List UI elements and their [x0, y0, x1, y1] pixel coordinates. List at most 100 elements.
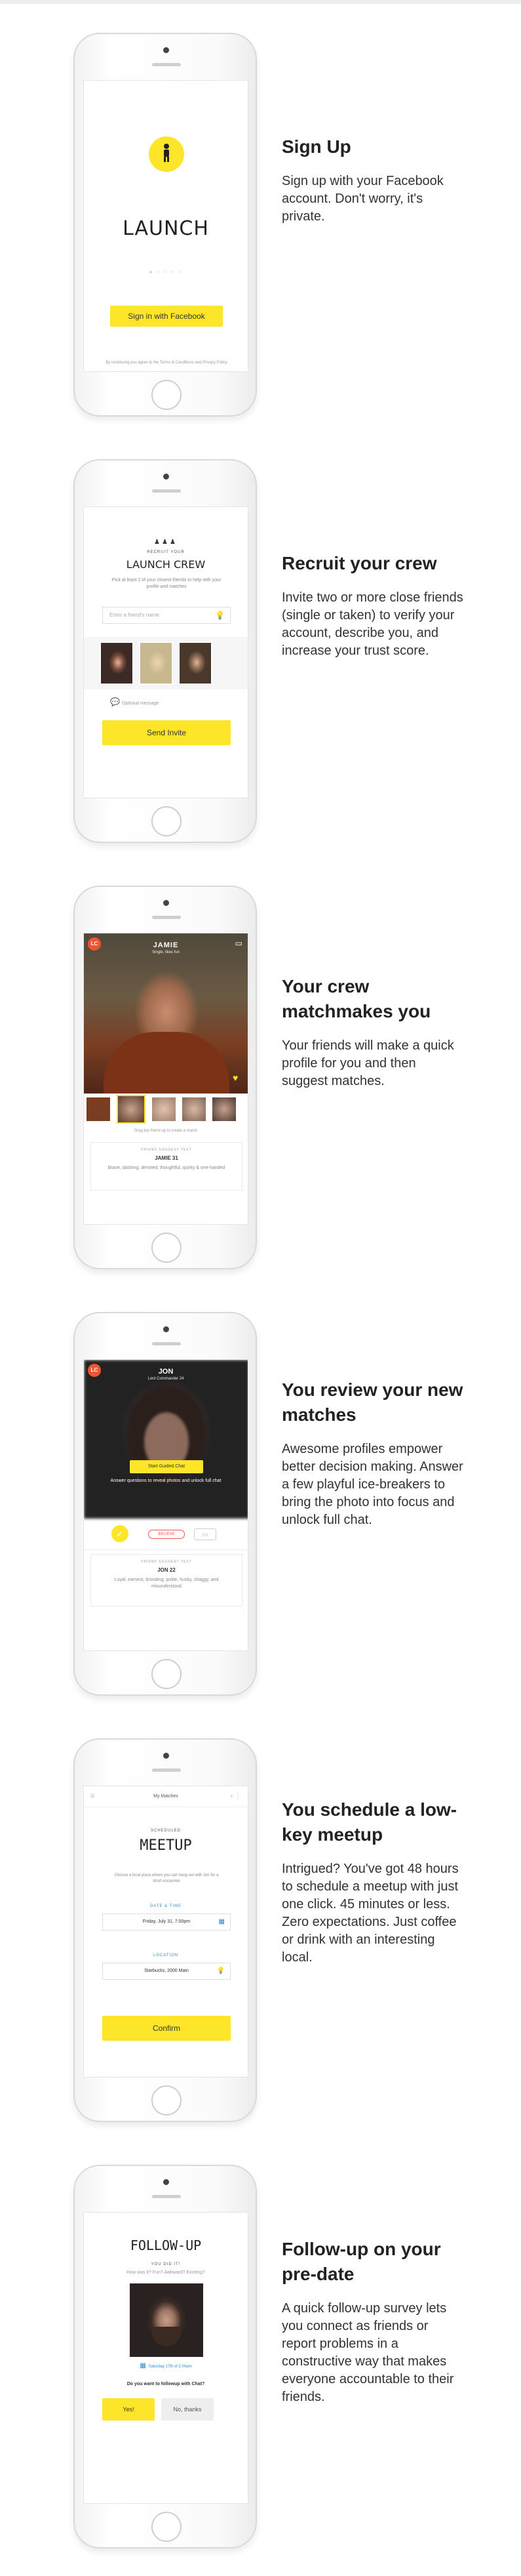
section-text: Your crew matchmakes you Your friends wi…	[282, 974, 465, 1090]
profile-subtitle: Single, likes fun	[151, 951, 180, 954]
friend-photos-strip	[84, 637, 248, 689]
screen-title: FOLLOW-UP	[130, 2238, 202, 2253]
section-body: Invite two or more close friends (single…	[282, 590, 463, 658]
friend-photo[interactable]	[100, 642, 134, 685]
speaker-grille	[152, 1768, 181, 1772]
section-text: You schedule a low-key meetup Intrigued?…	[282, 1797, 465, 1967]
home-button[interactable]	[151, 1233, 182, 1263]
screen-question: How was it? Fun? Awkward? Exciting?	[126, 2270, 205, 2275]
rocket-figure-icon	[149, 136, 184, 172]
nav-bar: ☰ My Matches ‹ ⋮	[84, 1786, 248, 1807]
page-dots[interactable]: ● ○ ○ ○ ○	[84, 269, 248, 275]
profile-name: JON	[158, 1368, 174, 1376]
camera-icon	[163, 1753, 169, 1759]
card-label: FRIEND SUGGEST TEXT	[141, 1560, 192, 1564]
input-placeholder: Enter a friend's name	[109, 612, 159, 618]
date-time-label: DATE & TIME	[149, 1904, 182, 1908]
section-body: Sign up with your Facebook account. Don'…	[282, 174, 444, 224]
section-heading: Recruit your crew	[282, 553, 437, 573]
phone-screen: FOLLOW-UP YOU DID IT! How was it? Fun? A…	[83, 2212, 248, 2504]
thumbnail[interactable]	[182, 1097, 206, 1121]
screen-description: Pick at least 2 of your closest friends …	[111, 578, 222, 589]
section-heading: You review your new matches	[282, 1380, 463, 1425]
card-name: JAMIE 31	[155, 1155, 178, 1161]
phone-frame: LC ▭ JAMIE Single, likes fun ♥ Drag top …	[73, 886, 257, 1269]
send-invite-button[interactable]: Send Invite	[102, 720, 231, 745]
home-button[interactable]	[151, 2512, 182, 2542]
phone-screen: ♟♟♟ RECRUIT YOUR LAUNCH CREW Pick at lea…	[83, 506, 248, 798]
no-thanks-button[interactable]: No, thanks	[161, 2398, 214, 2421]
friend-suggest-card: FRIEND SUGGEST TEXT JAMIE 31 Brave, dash…	[90, 1142, 242, 1191]
menu-icon[interactable]: ☰	[90, 1786, 94, 1807]
speaker-grille	[152, 2195, 181, 2198]
home-button[interactable]	[151, 1659, 182, 1689]
friend-name-input[interactable]: Enter a friend's name 💡	[102, 607, 231, 624]
action-row: ✓ BELIEVE ▭	[84, 1519, 248, 1550]
speaker-grille	[152, 63, 181, 66]
chat-bubble-icon: 💬	[110, 697, 120, 706]
friend-photo[interactable]	[178, 642, 212, 685]
card-description: Loyal, earnest, brooding, polite, husky,…	[114, 1578, 219, 1589]
location-field[interactable]: Starbucks, 2000 Main 💡	[102, 1963, 231, 1980]
screen-kicker: RECRUIT YOUR	[147, 550, 185, 554]
status-pill[interactable]: BELIEVE	[148, 1530, 185, 1539]
section-text: Recruit your crew Invite two or more clo…	[282, 551, 465, 660]
screen-title: LAUNCH CREW	[126, 558, 206, 571]
date-time-field[interactable]: Friday, July 31, 7:00pm ▦	[102, 1913, 231, 1931]
section-follow-up: FOLLOW-UP YOU DID IT! How was it? Fun? A…	[0, 2132, 521, 2558]
section-review: LC JON Lord Commander 24 Start Guided Ch…	[0, 1279, 521, 1706]
camera-icon	[163, 900, 169, 906]
terms-text: By continuing you agree to the Terms & C…	[106, 361, 227, 365]
chat-bubble-icon[interactable]: ▭	[194, 1528, 216, 1540]
screen-description: Choose a local place where you can hang …	[114, 1873, 219, 1883]
check-icon[interactable]: ✓	[111, 1525, 128, 1542]
section-recruit: ♟♟♟ RECRUIT YOUR LAUNCH CREW Pick at lea…	[0, 426, 521, 853]
home-button[interactable]	[151, 380, 182, 410]
phone-frame: LC JON Lord Commander 24 Start Guided Ch…	[73, 1312, 257, 1696]
match-photo	[130, 2283, 203, 2357]
confirm-button[interactable]: Confirm	[102, 2016, 231, 2041]
section-sign-up: LAUNCH ● ○ ○ ○ ○ Sign in with Facebook B…	[0, 0, 521, 426]
facebook-signin-button[interactable]: Sign in with Facebook	[110, 306, 223, 327]
yes-button[interactable]: Yes!	[102, 2398, 155, 2421]
start-guided-chat-button[interactable]: Start Guided Chat	[130, 1460, 203, 1473]
section-heading: Your crew matchmakes you	[282, 976, 431, 1021]
phone-screen: ☰ My Matches ‹ ⋮ SCHEDULED MEETUP Choose…	[83, 1786, 248, 2077]
phone-frame: ♟♟♟ RECRUIT YOUR LAUNCH CREW Pick at lea…	[73, 459, 257, 843]
date-time-value: Friday, July 31, 7:00pm	[142, 1919, 191, 1924]
speaker-grille	[152, 916, 181, 919]
section-schedule: ☰ My Matches ‹ ⋮ SCHEDULED MEETUP Choose…	[0, 1706, 521, 2132]
thumbnail[interactable]	[212, 1097, 236, 1121]
thumbnail[interactable]	[152, 1097, 176, 1121]
answer-hint: Answer questions to reveal photos and un…	[110, 1479, 222, 1483]
section-heading: Sign Up	[282, 136, 351, 157]
heart-icon[interactable]: ♥	[233, 1073, 238, 1083]
screen-kicker: YOU DID IT!	[151, 2262, 181, 2266]
nav-title: My Matches	[153, 1794, 178, 1799]
home-button[interactable]	[151, 806, 182, 836]
section-body: A quick follow-up survey lets you connec…	[282, 2301, 454, 2404]
section-text: You review your new matches Awesome prof…	[282, 1378, 465, 1529]
friend-suggest-card: FRIEND SUGGEST TEXT JON 22 Loyal, earnes…	[90, 1554, 242, 1606]
speaker-grille	[152, 1342, 181, 1345]
speaker-grille	[152, 489, 181, 493]
app-title: LAUNCH	[123, 217, 209, 240]
thumbnail[interactable]	[87, 1097, 110, 1121]
section-body: Intrigued? You've got 48 hours to schedu…	[282, 1862, 459, 1965]
calendar-icon: ▦	[140, 2362, 146, 2369]
section-body: Awesome profiles empower better decision…	[282, 1442, 463, 1527]
crew-people-icon: ♟♟♟	[154, 539, 178, 546]
optional-message[interactable]: 💬 Optional message	[110, 697, 159, 706]
camera-icon	[163, 474, 169, 480]
location-label: LOCATION	[153, 1953, 179, 1957]
back-chevron-icon[interactable]: ‹ ⋮	[231, 1786, 241, 1807]
section-heading: You schedule a low-key meetup	[282, 1799, 457, 1845]
friend-photo[interactable]	[139, 642, 173, 685]
card-label: FRIEND SUGGEST TEXT	[141, 1148, 192, 1152]
section-heading: Follow-up on your pre-date	[282, 2239, 441, 2284]
thumbnail-selected[interactable]	[117, 1095, 145, 1124]
camera-icon	[163, 2179, 169, 2185]
home-button[interactable]	[151, 2085, 182, 2116]
suggestion-thumbnails	[84, 1095, 248, 1125]
screen-title: MEETUP	[140, 1837, 192, 1854]
